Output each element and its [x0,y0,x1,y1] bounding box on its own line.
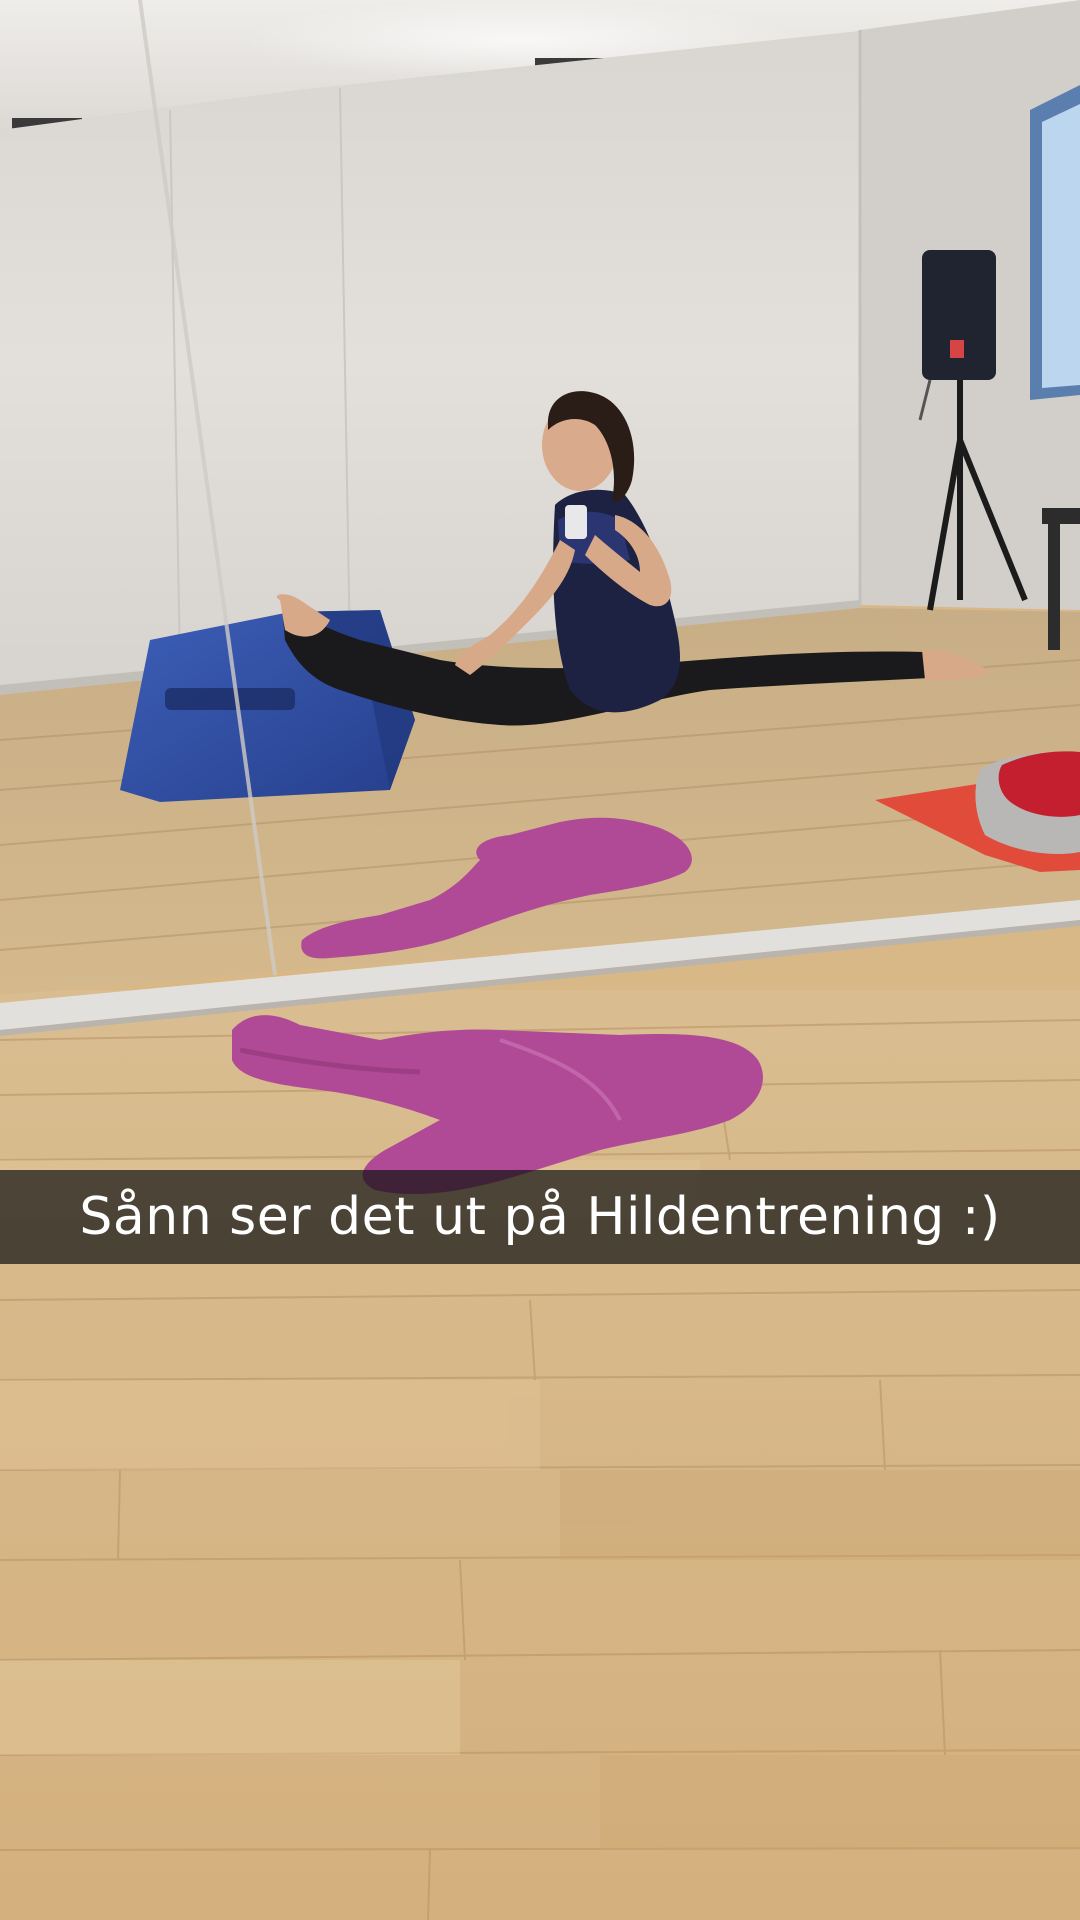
photo-scene [0,0,1080,1920]
blue-vault-block [120,610,415,802]
caption-text: Sånn ser det ut på Hildentrening :) [79,1187,1001,1247]
caption-bar: Sånn ser det ut på Hildentrening :) [0,1170,1080,1264]
